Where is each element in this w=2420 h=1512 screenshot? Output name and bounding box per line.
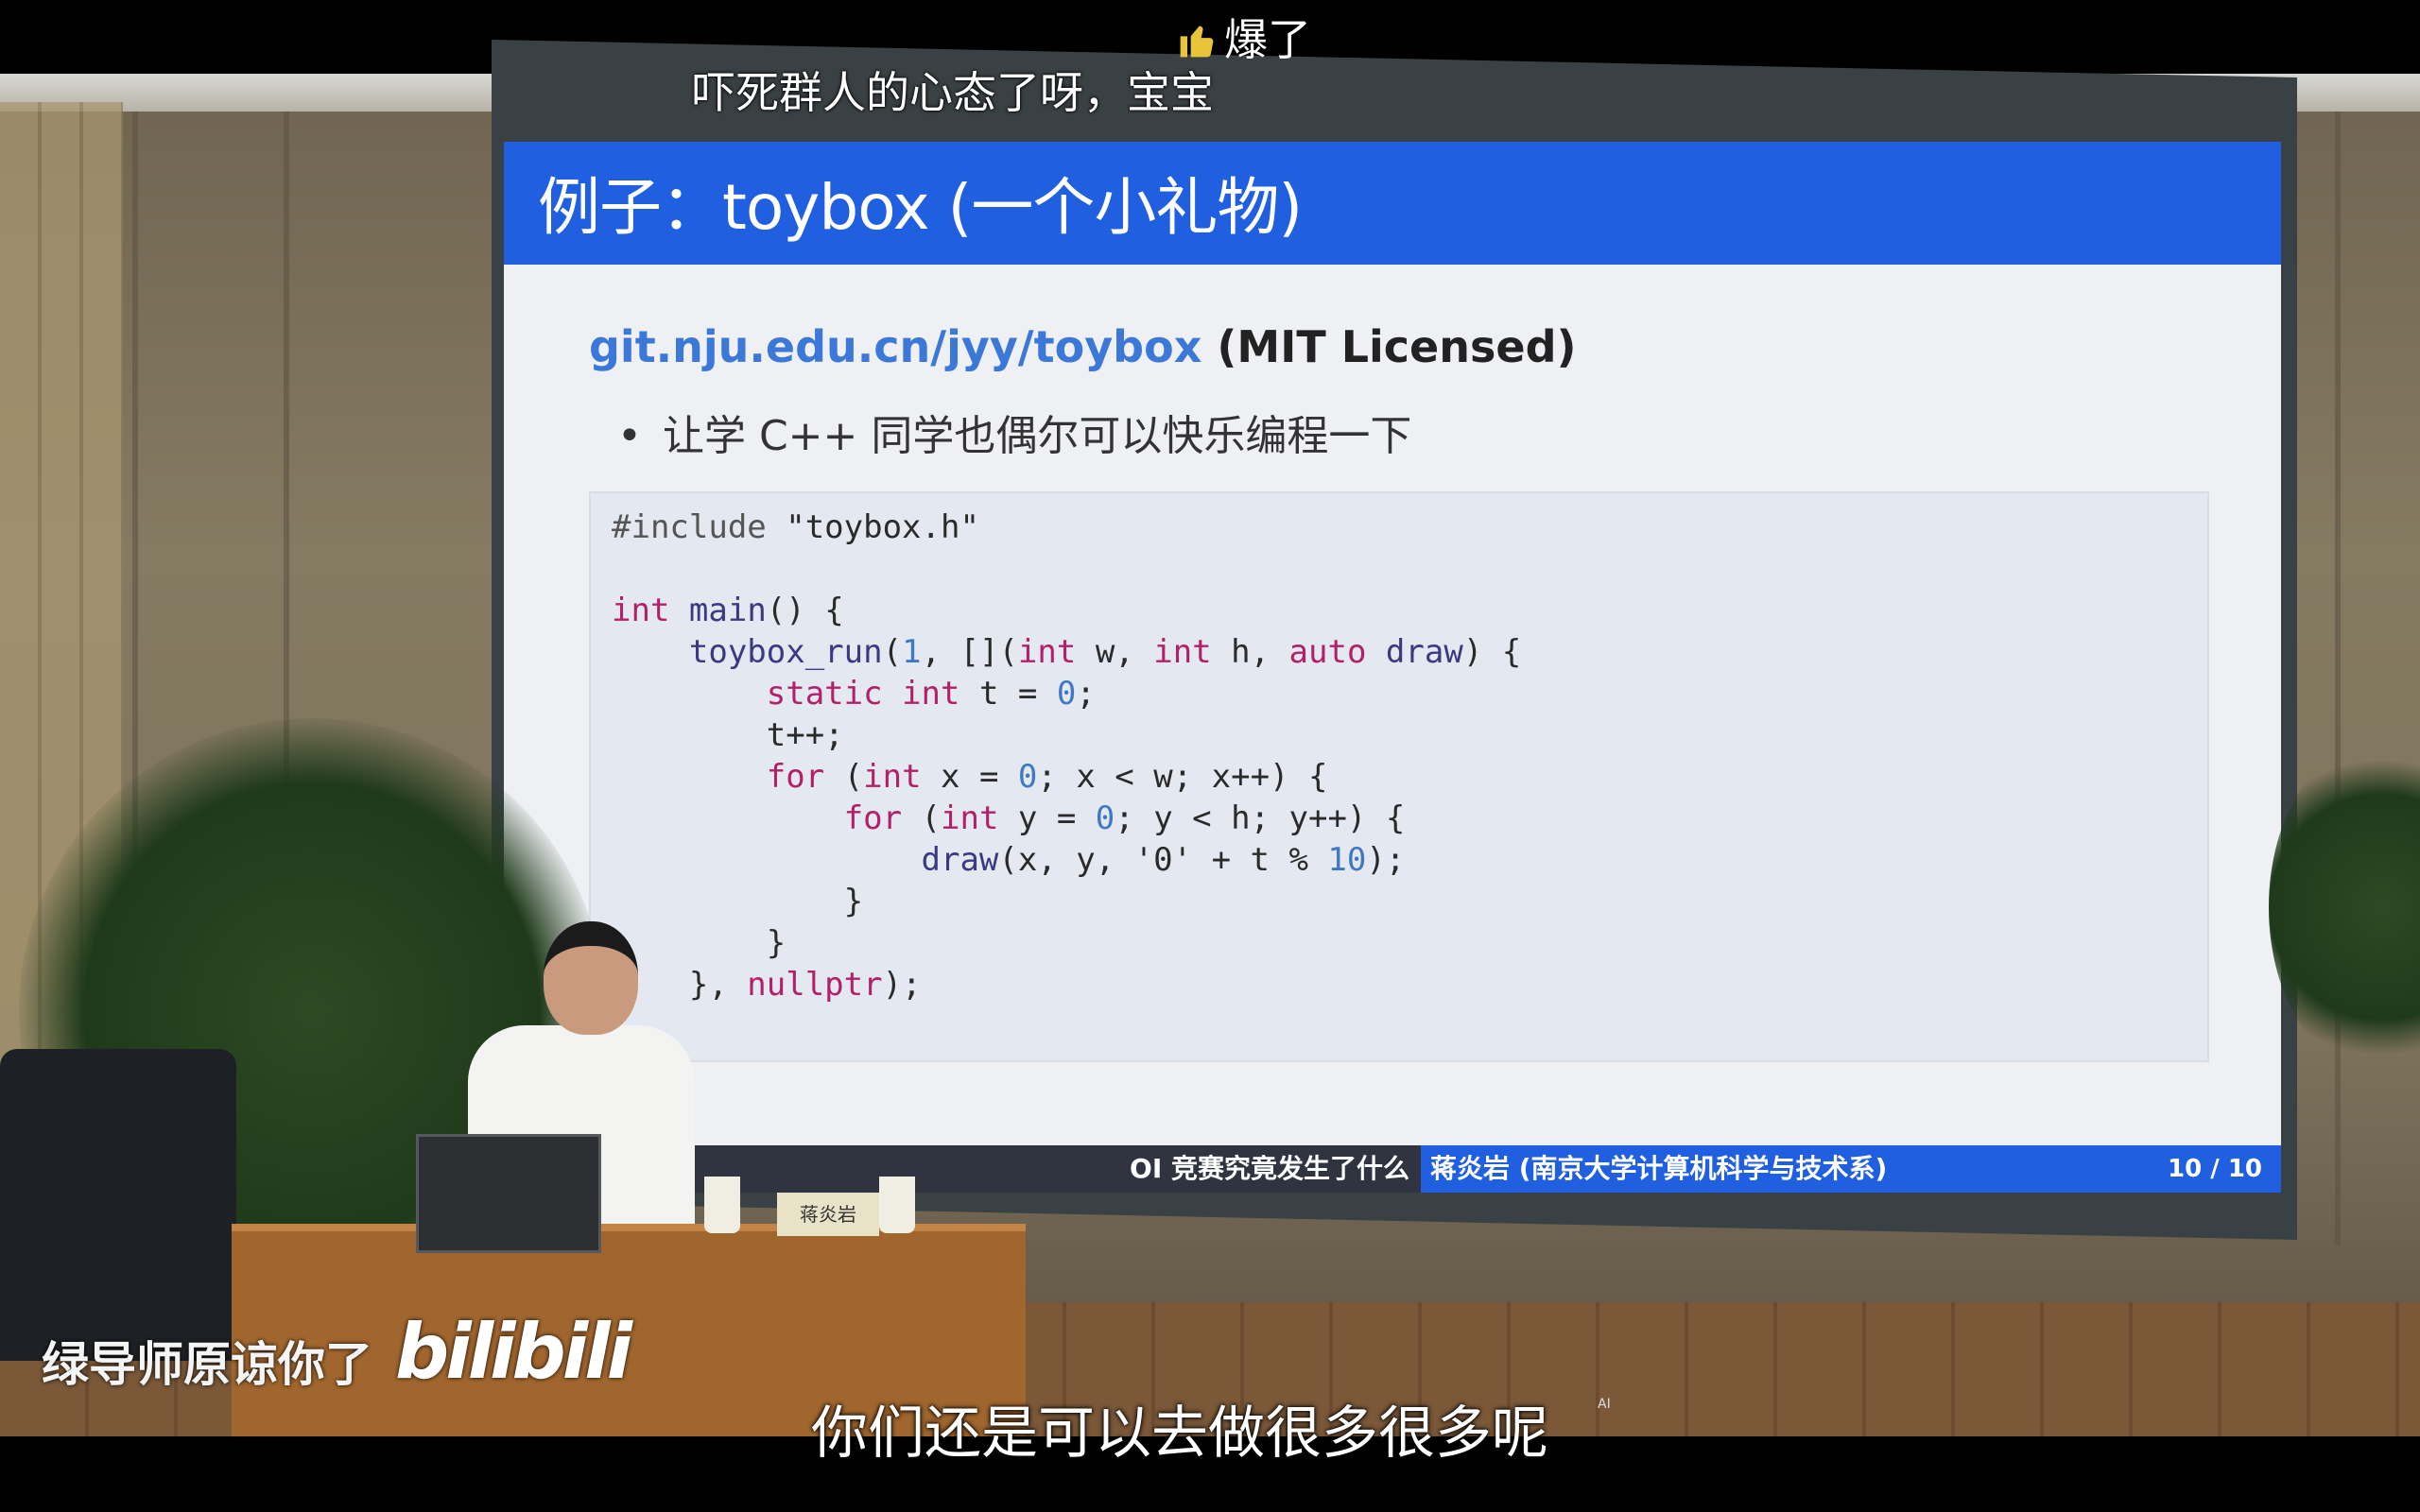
speaker-head — [544, 921, 638, 1035]
footer-page-number: 10 / 10 — [2101, 1145, 2281, 1193]
repo-line: git.nju.edu.cn/jyy/toybox (MIT Licensed) — [589, 321, 1577, 372]
chair — [0, 1049, 236, 1361]
slide-title: 例子：toybox (一个小礼物) — [538, 171, 1303, 244]
presentation-slide: 例子：toybox (一个小礼物) git.nju.edu.cn/jyy/toy… — [504, 142, 2281, 1172]
code-listing: #include "toybox.h" int main() { toybox_… — [612, 508, 1522, 1004]
danmaku-text: 爆了 — [1224, 14, 1311, 65]
video-subtitle: 你们还是可以去做很多很多呢 — [811, 1400, 1548, 1467]
bullet-item: • 让学 C++ 同学也偶尔可以快乐编程一下 — [617, 402, 1411, 462]
footer-speaker: 蒋炎岩 (南京大学计算机科学与技术系) — [1421, 1145, 2101, 1193]
bullet-text: 让学 C++ 同学也偶尔可以快乐编程一下 — [662, 412, 1412, 460]
paper-cup — [704, 1177, 740, 1233]
uploader-watermark: 绿导师原谅你了 — [42, 1337, 372, 1392]
repo-link[interactable]: git.nju.edu.cn/jyy/toybox — [589, 321, 1201, 372]
ai-subtitle-badge: AI — [1598, 1397, 1611, 1412]
danmaku-comment-2[interactable]: 吓死群人的心态了呀，宝宝 — [692, 59, 1214, 121]
bilibili-logo: bilibili — [395, 1308, 632, 1396]
laptop — [416, 1134, 601, 1253]
code-block: #include "toybox.h" int main() { toybox_… — [589, 491, 2209, 1062]
slide-title-bar: 例子：toybox (一个小礼物) — [504, 142, 2281, 265]
license-label: (MIT Licensed) — [1217, 321, 1577, 372]
paper-cup — [879, 1177, 915, 1233]
thumbs-up-icon — [1180, 26, 1214, 58]
wall-seam — [2335, 112, 2341, 1246]
slide-footer: OI 竞赛究竟发生了什么 蒋炎岩 (南京大学计算机科学与技术系) 10 / 10 — [504, 1145, 2281, 1193]
nameplate: 蒋炎岩 — [777, 1193, 879, 1236]
bullet-icon: • — [617, 412, 642, 460]
